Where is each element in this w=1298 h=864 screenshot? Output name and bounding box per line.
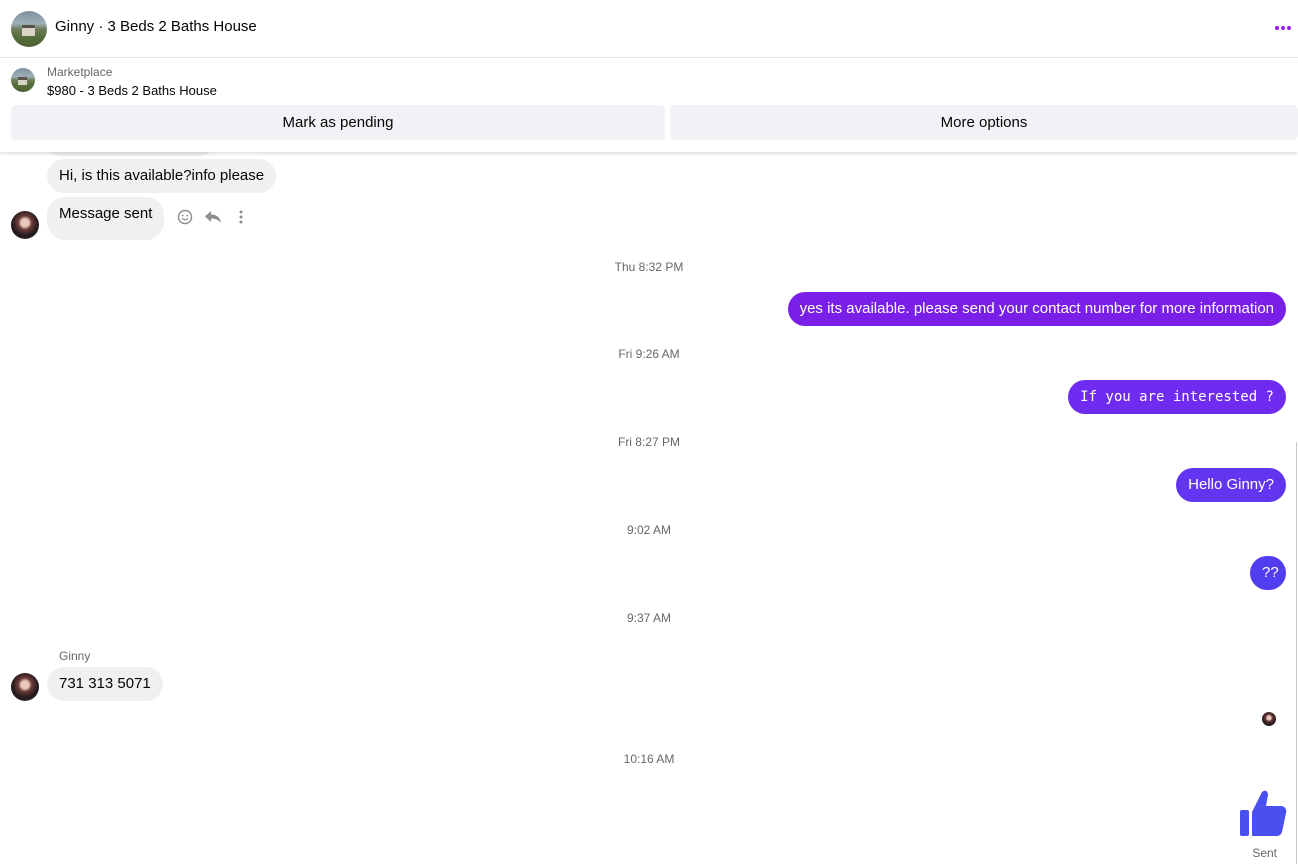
outgoing-message[interactable]: yes its available. please send your cont… [787, 292, 1286, 326]
sender-avatar[interactable] [11, 673, 39, 701]
outgoing-message[interactable]: If you are interested ? [1068, 380, 1286, 414]
more-options-button[interactable]: More options [670, 105, 1298, 140]
more-vertical-icon[interactable] [232, 208, 250, 226]
mark-as-pending-button[interactable]: Mark as pending [11, 105, 665, 140]
timestamp: 9:02 AM [626, 523, 672, 537]
timestamp: 9:37 AM [626, 611, 672, 625]
reply-icon[interactable] [204, 208, 222, 226]
conversation-title[interactable]: Ginny · 3 Beds 2 Baths House [55, 18, 257, 35]
listing-title[interactable]: $980 - 3 Beds 2 Baths House [47, 83, 217, 98]
thumbs-up-icon[interactable] [1239, 788, 1287, 845]
sender-avatar[interactable] [11, 211, 39, 239]
sender-name: Ginny [59, 649, 91, 663]
conversation-header: Ginny · 3 Beds 2 Baths House [0, 0, 1298, 58]
scrollbar[interactable] [1296, 442, 1297, 864]
previous-message-bubble [47, 152, 213, 156]
incoming-message[interactable]: Hi, is this available?info please [47, 159, 277, 193]
timestamp: 10:16 AM [623, 752, 675, 766]
marketplace-panel: Marketplace $980 - 3 Beds 2 Baths House … [0, 58, 1298, 152]
incoming-message[interactable]: Message sent [47, 197, 165, 240]
outgoing-message[interactable]: ?? [1250, 556, 1286, 590]
timestamp: Thu 8:32 PM [614, 260, 684, 274]
message-status: Sent [1252, 846, 1277, 860]
message-thread[interactable]: Hi, is this available?info please Messag… [0, 152, 1298, 864]
outgoing-message[interactable]: Hello Ginny? [1176, 468, 1286, 502]
listing-thumbnail[interactable] [11, 68, 35, 92]
more-dots-icon[interactable] [1272, 18, 1294, 38]
listing-avatar[interactable] [11, 11, 47, 47]
incoming-message[interactable]: 731 313 5071 [47, 667, 163, 701]
marketplace-label: Marketplace [47, 65, 113, 79]
message-actions [176, 208, 250, 226]
timestamp: Fri 9:26 AM [618, 347, 680, 361]
timestamp: Fri 8:27 PM [617, 435, 680, 449]
seen-avatar [1262, 712, 1276, 726]
emoji-icon[interactable] [176, 208, 194, 226]
